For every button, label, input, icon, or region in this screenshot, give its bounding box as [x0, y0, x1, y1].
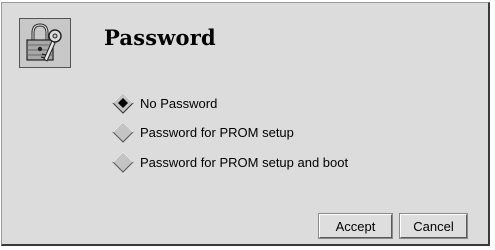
padlock-key-icon	[19, 18, 71, 68]
radio-unselected-icon[interactable]	[112, 151, 134, 173]
radio-selected-icon[interactable]	[112, 92, 134, 114]
option-no-password[interactable]: No Password	[112, 92, 217, 114]
option-label: Password for PROM setup	[140, 124, 294, 140]
option-label: Password for PROM setup and boot	[140, 154, 349, 170]
cancel-button[interactable]: Cancel	[400, 214, 467, 238]
password-dialog: Password No Password Password for PROM s…	[1, 2, 490, 246]
option-prom-setup-and-boot[interactable]: Password for PROM setup and boot	[112, 151, 348, 173]
radio-unselected-icon[interactable]	[112, 121, 134, 143]
dialog-title: Password	[104, 25, 216, 50]
option-prom-setup[interactable]: Password for PROM setup	[112, 121, 294, 143]
accept-button[interactable]: Accept	[319, 214, 392, 238]
option-label: No Password	[140, 95, 218, 111]
